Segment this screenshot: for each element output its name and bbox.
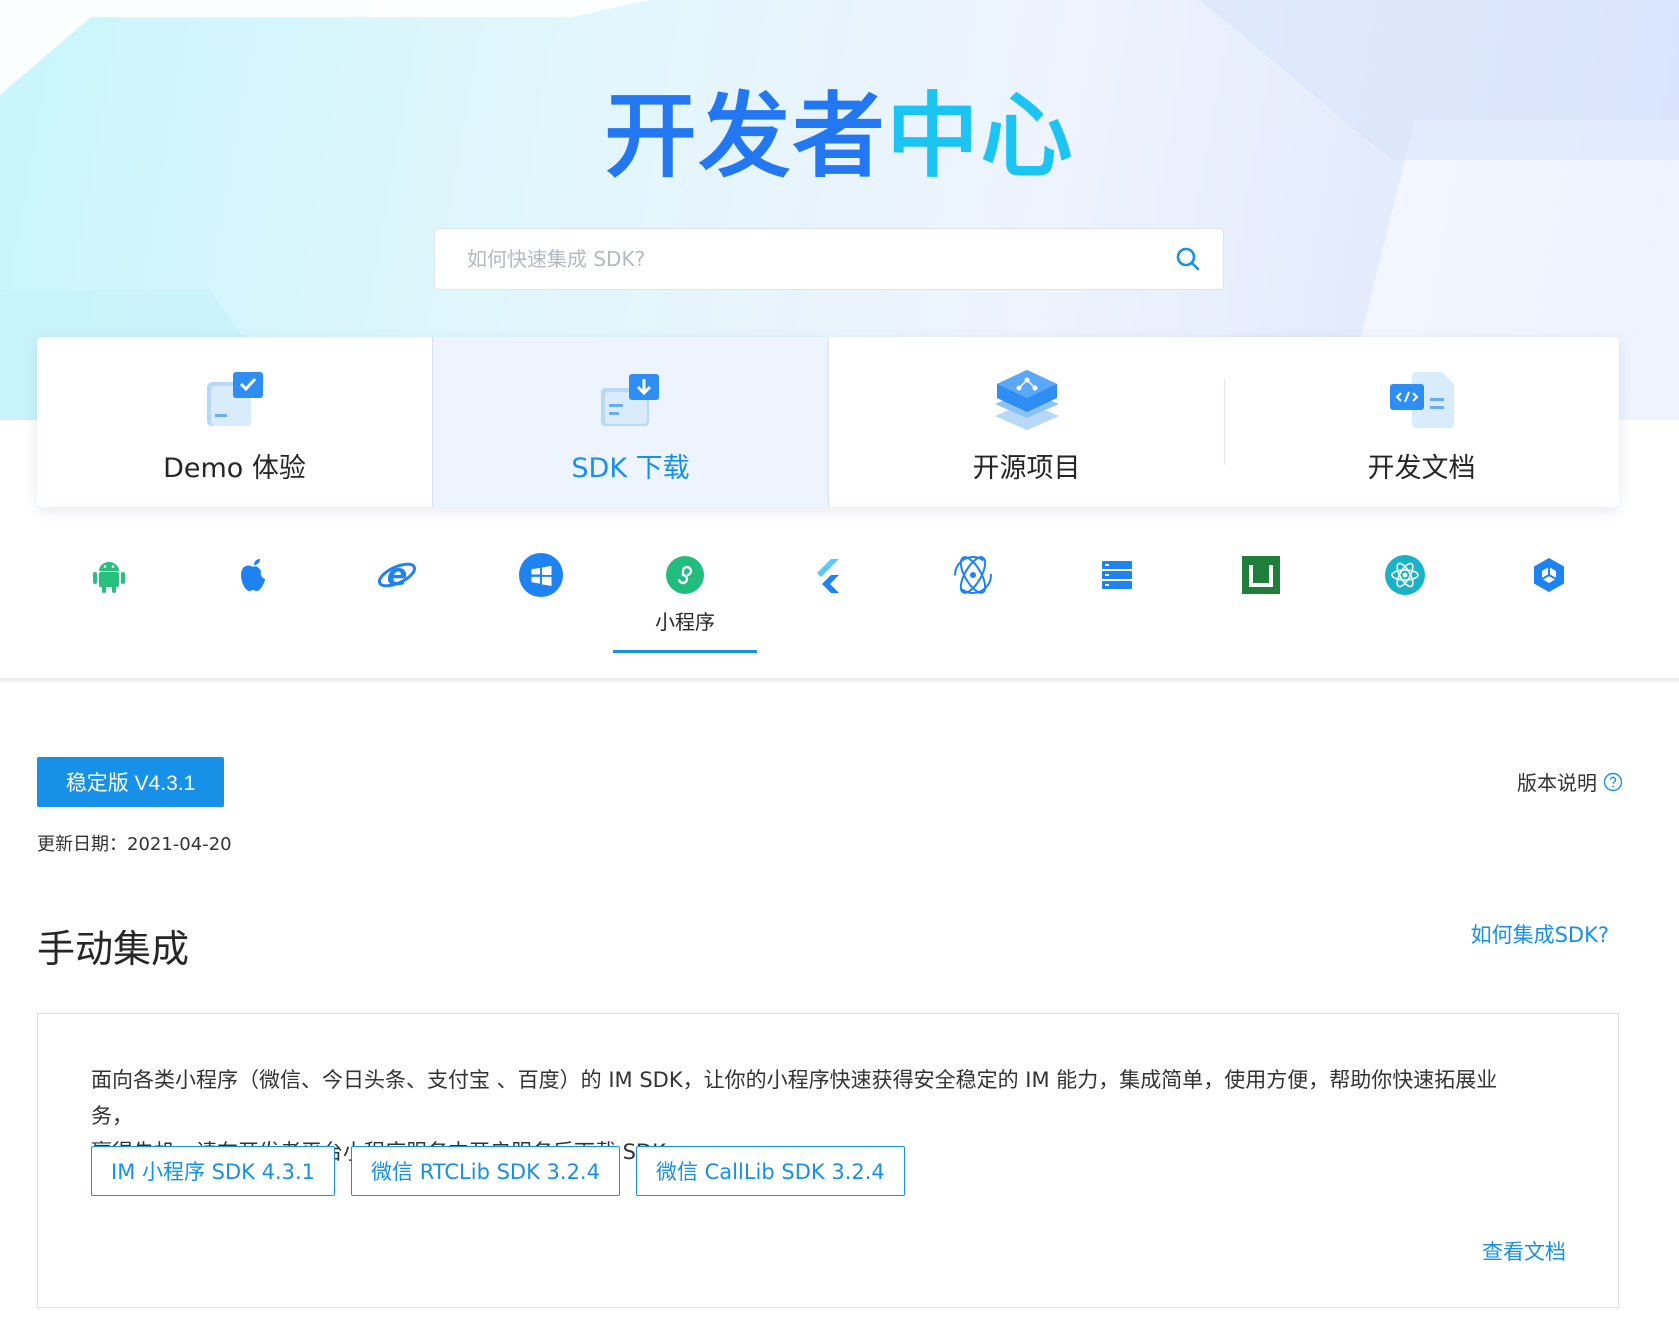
page-title-part2: 中心: [886, 83, 1075, 190]
flutter-icon: [806, 552, 852, 598]
windows-icon: [518, 552, 564, 598]
sdk-panel: 面向各类小程序（微信、今日头条、支付宝 、百度）的 IM SDK，让你的小程序快…: [37, 1013, 1619, 1308]
ie-web-icon: e: [374, 552, 420, 598]
category-label: 开发文档: [1367, 453, 1476, 484]
divider: [0, 678, 1679, 684]
react-native-icon: [1382, 552, 1428, 598]
category-label: 开源项目: [972, 453, 1081, 484]
tab-react-native[interactable]: [1333, 545, 1477, 653]
tab-label: 小程序: [655, 610, 715, 634]
download-wechat-rtclib-sdk-button[interactable]: 微信 RTCLib SDK 3.2.4: [351, 1146, 620, 1196]
server-icon: [1094, 552, 1140, 598]
tab-android[interactable]: [37, 545, 181, 653]
stable-version-button[interactable]: 稳定版 V4.3.1: [37, 757, 224, 807]
download-im-miniprogram-sdk-button[interactable]: IM 小程序 SDK 4.3.1: [91, 1146, 336, 1196]
divider: [1224, 379, 1225, 465]
help-icon: [1603, 772, 1623, 791]
docs-icon: [1389, 372, 1454, 428]
version-notes-label: 版本说明: [1517, 771, 1597, 795]
page-title: 开发者中心: [0, 82, 1679, 192]
tab-server[interactable]: [1045, 545, 1189, 653]
electron-icon: [950, 552, 996, 598]
svg-text:e: e: [387, 558, 407, 593]
category-cards: Demo 体验 SDK 下载 开源项目 开发文档: [37, 337, 1619, 507]
how-to-integrate-link[interactable]: 如何集成SDK?: [1471, 919, 1609, 949]
category-demo[interactable]: Demo 体验: [37, 337, 432, 507]
search-icon: [1176, 247, 1200, 271]
sdk-description-line: 面向各类小程序（微信、今日头条、支付宝 、百度）的 IM SDK，让你的小程序快…: [91, 1068, 1498, 1128]
tab-electron[interactable]: [901, 545, 1045, 653]
category-label: Demo 体验: [163, 453, 306, 484]
update-date-value: 2021-04-20: [127, 834, 232, 855]
tab-web[interactable]: e: [325, 545, 469, 653]
sdk-download-icon: [600, 374, 659, 426]
download-wechat-calllib-sdk-button[interactable]: 微信 CallLib SDK 3.2.4: [635, 1146, 905, 1196]
category-open-source[interactable]: 开源项目: [829, 337, 1224, 507]
demo-icon: [206, 372, 263, 426]
unity-icon: [1526, 552, 1572, 598]
search-button[interactable]: [1153, 229, 1223, 289]
page-title-part1: 开发者: [604, 83, 887, 190]
apple-icon: [230, 552, 276, 598]
tab-uniapp[interactable]: [1189, 545, 1333, 653]
miniprogram-icon: [662, 552, 708, 598]
open-source-icon: [994, 370, 1059, 430]
download-buttons: IM 小程序 SDK 4.3.1 微信 RTCLib SDK 3.2.4 微信 …: [91, 1146, 905, 1196]
platform-tabs: e 小程序: [37, 545, 1619, 655]
search-input[interactable]: [435, 229, 1153, 289]
version-notes-link[interactable]: 版本说明: [1517, 767, 1623, 796]
search-box: [434, 228, 1224, 290]
hero-decor-shape: [0, 0, 650, 95]
category-sdk-download[interactable]: SDK 下载: [432, 337, 829, 507]
category-docs[interactable]: 开发文档: [1224, 337, 1619, 507]
tab-flutter[interactable]: [757, 545, 901, 653]
section-title: 手动集成: [37, 927, 190, 971]
view-docs-link[interactable]: 查看文档: [1482, 1236, 1566, 1266]
category-label: SDK 下载: [571, 453, 690, 484]
update-date-label: 更新日期：: [37, 834, 127, 855]
tab-ios[interactable]: [181, 545, 325, 653]
update-date: 更新日期：2021-04-20: [37, 830, 232, 856]
uniapp-icon: [1238, 552, 1284, 598]
tab-unity[interactable]: [1477, 545, 1621, 653]
tab-windows[interactable]: [469, 545, 613, 653]
android-icon: [86, 552, 132, 598]
tab-miniprogram[interactable]: 小程序: [613, 545, 757, 653]
